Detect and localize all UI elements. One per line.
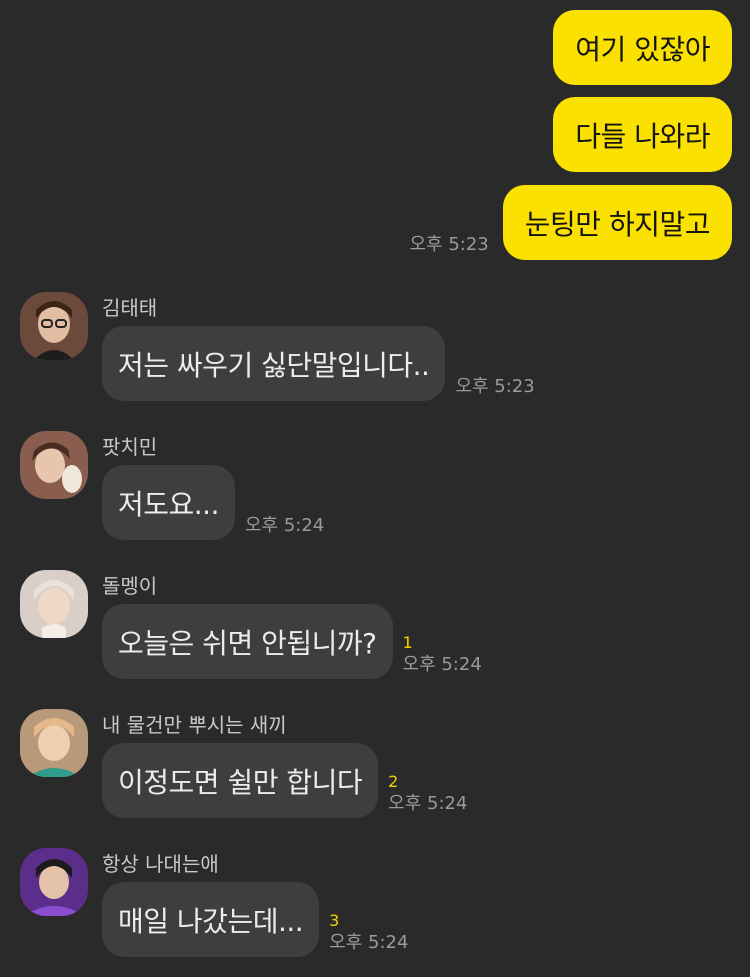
avatar[interactable]	[20, 848, 88, 916]
my-message: 여기 있잖아	[553, 10, 732, 85]
sender-name: 팟치민	[102, 435, 158, 459]
avatar-image	[20, 848, 88, 916]
unread-count: 2	[388, 772, 399, 791]
avatar[interactable]	[20, 292, 88, 360]
message-line: 이정도면 쉴만 합니다 2 오후 5:24	[102, 743, 467, 818]
avatar-image	[20, 292, 88, 360]
avatar[interactable]	[20, 570, 88, 638]
message-meta: 오후 5:23	[455, 375, 534, 399]
avatar-image	[20, 431, 88, 499]
avatar[interactable]	[20, 709, 88, 777]
avatar[interactable]	[20, 431, 88, 499]
message-meta: 오후 5:24	[245, 514, 324, 538]
message-time: 오후 5:24	[244, 515, 325, 536]
sender-name: 내 물건만 뿌시는 새끼	[102, 713, 287, 737]
unread-count: 1	[402, 633, 413, 652]
message-bubble[interactable]: 저도요...	[102, 465, 235, 540]
message-bubble[interactable]: 여기 있잖아	[553, 10, 732, 85]
message-meta: 1 오후 5:24	[403, 633, 482, 677]
my-message: 오후 5:23 눈팅만 하지말고	[409, 185, 732, 260]
message-bubble[interactable]: 오늘은 쉬면 안됩니까?	[102, 604, 393, 679]
message-line: 오늘은 쉬면 안됩니까? 1 오후 5:24	[102, 604, 482, 679]
message-time: 오후 5:24	[329, 932, 409, 953]
message-line: 저는 싸우기 싫단말입니다.. 오후 5:23	[102, 326, 535, 401]
message-meta: 3 오후 5:24	[329, 911, 408, 955]
message-time: 오후 5:23	[409, 234, 489, 255]
sender-name: 돌멩이	[102, 574, 158, 598]
message-bubble[interactable]: 이정도면 쉴만 합니다	[102, 743, 379, 818]
message-bubble[interactable]: 다들 나와라	[553, 97, 732, 172]
message-bubble[interactable]: 저는 싸우기 싫단말입니다..	[102, 326, 446, 401]
sender-name: 항상 나대는애	[102, 852, 219, 876]
message-time: 오후 5:23	[455, 376, 535, 397]
my-message: 다들 나와라	[553, 97, 732, 172]
unread-count: 3	[329, 911, 340, 930]
message-bubble[interactable]: 눈팅만 하지말고	[502, 185, 732, 260]
avatar-image	[20, 570, 88, 638]
message-time: 오후 5:24	[402, 654, 482, 675]
message-meta: 2 오후 5:24	[388, 772, 467, 816]
message-time: 오후 5:24	[388, 793, 468, 814]
message-line: 매일 나갔는데... 3 오후 5:24	[102, 882, 408, 957]
avatar-image	[20, 709, 88, 777]
message-line: 저도요... 오후 5:24	[102, 465, 324, 540]
message-bubble[interactable]: 매일 나갔는데...	[102, 882, 320, 957]
chat-room: 여기 있잖아 다들 나와라 오후 5:23 눈팅만 하지말고 김태태 저는 싸우…	[0, 0, 750, 977]
sender-name: 김태태	[102, 296, 158, 320]
